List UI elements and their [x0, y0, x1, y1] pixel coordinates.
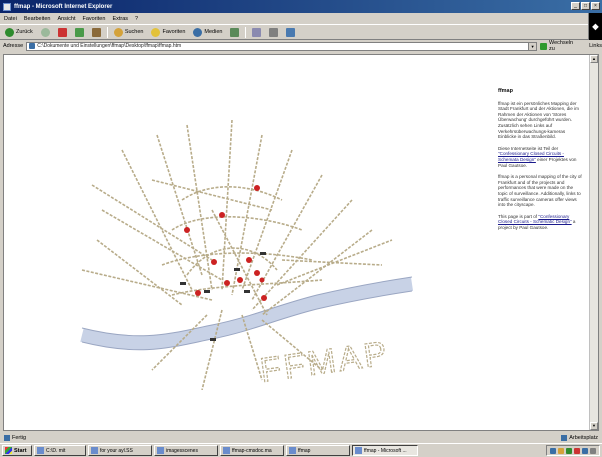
status-bar: Fertig Arbeitsplatz	[0, 433, 602, 443]
document-icon	[223, 447, 230, 454]
menu-view[interactable]: Ansicht	[57, 16, 75, 22]
menu-file[interactable]: Datei	[4, 16, 17, 22]
maximize-button[interactable]: □	[581, 2, 590, 10]
back-button[interactable]: Zurück	[3, 26, 35, 38]
chevron-down-icon[interactable]: ▼	[528, 42, 537, 50]
menu-bar: Datei Bearbeiten Ansicht Favoriten Extra…	[0, 13, 590, 24]
go-arrow-icon	[540, 42, 548, 50]
stop-button[interactable]	[56, 26, 69, 38]
app-icon	[91, 447, 98, 454]
print-button[interactable]	[267, 26, 280, 38]
taskbar: Start C:\D. mit for your ayl.SS imagessc…	[0, 443, 602, 457]
window-title: ffmap - Microsoft Internet Explorer	[14, 3, 113, 10]
taskbar-item[interactable]: imagesscenes	[154, 445, 218, 456]
volume-icon[interactable]	[558, 447, 564, 454]
taskbar-item-active[interactable]: ffmap - Microsoft ...	[352, 445, 418, 456]
taskbar-item[interactable]: C:\D. mit	[34, 445, 86, 456]
folder-icon	[289, 447, 296, 454]
taskbar-item[interactable]: ffmap-cmsdoc.ma	[220, 445, 284, 456]
mail-button[interactable]	[250, 26, 263, 38]
menu-tools[interactable]: Extras	[112, 16, 128, 22]
map-logo: FFMAP	[258, 334, 392, 390]
back-arrow-icon	[5, 27, 14, 37]
info-paragraph-en: ffmap is a personal mapping of the city …	[498, 174, 582, 208]
toolbar: Zurück Suchen Favoriten Medien	[0, 24, 588, 40]
network-icon[interactable]	[550, 447, 556, 454]
toolbar-separator	[245, 26, 247, 38]
refresh-icon	[74, 27, 84, 37]
media-icon	[193, 27, 203, 37]
toolbar-separator	[106, 26, 108, 38]
menu-favorites[interactable]: Favoriten	[83, 16, 106, 22]
search-button[interactable]: Suchen	[112, 26, 146, 38]
menu-edit[interactable]: Bearbeiten	[24, 16, 51, 22]
start-button[interactable]: Start	[2, 445, 32, 456]
star-icon	[151, 27, 161, 37]
minimize-button[interactable]: _	[571, 2, 580, 10]
vertical-scrollbar[interactable]: ▲ ▼	[589, 55, 598, 430]
windows-throbber: ◆	[588, 13, 602, 40]
page-done-icon	[4, 435, 10, 441]
ie-icon	[3, 2, 11, 11]
history-button[interactable]	[228, 26, 241, 38]
display-icon[interactable]	[582, 447, 588, 454]
stop-icon	[57, 27, 67, 37]
favorites-button[interactable]: Favoriten	[149, 26, 187, 38]
search-icon	[113, 27, 123, 37]
info-credit-de: Diese Internetseite ist Teil der "Confes…	[498, 145, 577, 168]
windows-logo-icon	[5, 447, 12, 454]
address-label: Adresse	[3, 43, 24, 49]
taskbar-item[interactable]: for your ayl.SS	[88, 445, 152, 456]
scroll-up-icon[interactable]: ▲	[590, 55, 598, 63]
scroll-down-icon[interactable]: ▼	[590, 422, 598, 430]
forward-button[interactable]	[39, 26, 52, 38]
update-icon[interactable]	[566, 447, 572, 454]
windows-logo-icon: ◆	[592, 22, 599, 31]
window-titlebar[interactable]: ffmap - Microsoft Internet Explorer _ □ …	[0, 0, 602, 13]
menu-help[interactable]: ?	[135, 16, 138, 22]
home-icon	[91, 27, 101, 37]
print-icon	[269, 27, 279, 37]
window-controls: _ □ ×	[571, 2, 600, 10]
mail-icon	[252, 27, 262, 37]
edit-button[interactable]	[284, 26, 297, 38]
info-credit-en: This page is part of "Confessionary Clos…	[498, 213, 576, 230]
edit-icon	[286, 27, 296, 37]
address-url: C:\Dokumente und Einstellungen\ffmap\Des…	[37, 43, 182, 49]
refresh-button[interactable]	[73, 26, 86, 38]
folder-icon	[37, 447, 44, 454]
page-viewport[interactable]: FFMAP ffmap ffmap ist ein persönliches M…	[3, 54, 599, 431]
ie-icon	[355, 447, 362, 454]
media-button[interactable]: Medien	[191, 26, 224, 38]
forward-arrow-icon	[40, 27, 50, 37]
go-button[interactable]: Wechseln zu	[540, 40, 580, 52]
system-tray	[546, 445, 600, 456]
info-title: ffmap	[498, 88, 513, 94]
history-icon	[230, 27, 240, 37]
home-button[interactable]	[90, 26, 103, 38]
folder-icon	[157, 447, 164, 454]
address-input[interactable]: C:\Dokumente und Einstellungen\ffmap\Des…	[26, 41, 538, 51]
links-button[interactable]: Links	[589, 43, 602, 49]
info-paragraph-de: ffmap ist ein persönliches Mapping der S…	[498, 100, 579, 140]
status-text: Fertig	[12, 435, 27, 441]
page-icon	[29, 43, 36, 49]
address-bar: Adresse C:\Dokumente und Einstellungen\f…	[0, 40, 602, 52]
city-map: FFMAP	[80, 119, 414, 390]
close-button[interactable]: ×	[591, 2, 600, 10]
alert-icon[interactable]	[574, 447, 580, 454]
info-panel: ffmap ffmap ist ein persönliches Mapping…	[498, 88, 583, 236]
clock-icon[interactable]	[590, 447, 596, 454]
computer-icon	[561, 435, 568, 441]
taskbar-item[interactable]: ffmap	[286, 445, 350, 456]
zone-text: Arbeitsplatz	[569, 435, 598, 441]
